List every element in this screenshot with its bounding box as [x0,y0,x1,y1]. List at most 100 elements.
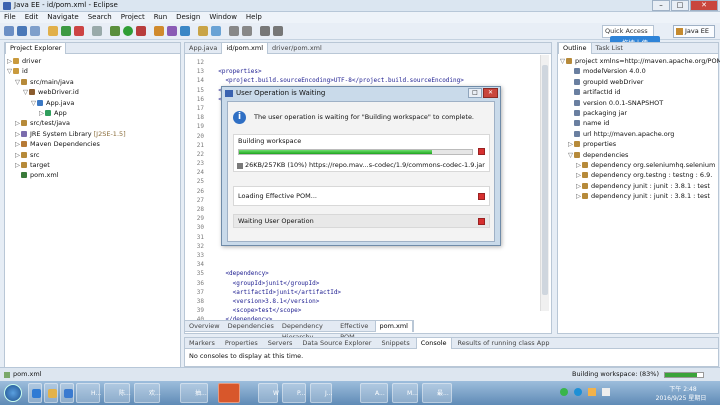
tab-app-java[interactable]: App.java [185,43,221,54]
outline-item[interactable]: url http://maven.apache.org [560,129,718,139]
taskbar-item-2[interactable]: 陈... [104,383,131,403]
next-annotation-icon[interactable] [229,26,239,36]
taskbar-item-6[interactable]: P... [282,383,306,403]
tree-item-webdriver-id[interactable]: ▽ webDriver.id [7,87,180,97]
dialog-maximize-button[interactable]: □ [468,88,482,98]
outline-item[interactable]: ▷ properties [560,139,718,149]
skip-breakpoints-icon[interactable] [92,26,102,36]
tab-outline[interactable]: Outline [558,42,592,54]
status-building[interactable]: Building workspace: (83%) [572,370,659,378]
menu-window[interactable]: Window [209,12,237,23]
tree-item-app[interactable]: ▷ App [7,108,180,118]
outline-item[interactable]: version 0.0.1-SNAPSHOT [560,98,718,108]
tab-markers[interactable]: Markers [185,338,219,349]
outline-item[interactable]: packaging jar [560,108,718,118]
tab-dependency-hierarchy[interactable]: Dependency Hierarchy [278,321,336,341]
taskbar-ie-icon[interactable] [28,383,42,403]
tree-item-app-java[interactable]: ▽ App.java [7,98,180,108]
outline-item[interactable]: ▷ dependency org.seleniumhq.selenium [560,160,718,170]
new-package-icon[interactable] [167,26,177,36]
clock-time[interactable]: 下午 2:48 [660,384,706,393]
outline-item[interactable]: artifactId id [560,87,718,97]
new-java-project-icon[interactable] [154,26,164,36]
new-class-icon[interactable] [180,26,190,36]
menu-search[interactable]: Search [88,12,112,23]
tab-effective-pom[interactable]: Effective POM [336,321,374,341]
outline-item[interactable]: modelVersion 4.0.0 [560,66,718,76]
taskbar-item-9[interactable]: M... [392,383,418,403]
outline-item[interactable]: ▽ dependencies [560,150,718,160]
stop-job-button[interactable] [478,218,485,225]
tab-id-pom-xml[interactable]: id/pom.xml [221,42,268,54]
menu-file[interactable]: File [4,12,16,23]
outline-item[interactable]: ▷ dependency junit : junit : 3.8.1 : test [560,181,718,191]
wechat-tray-icon[interactable] [560,388,568,396]
tree-item-src[interactable]: ▷ src [7,150,180,160]
tab-dependencies[interactable]: Dependencies [224,321,278,332]
menu-help[interactable]: Help [246,12,262,23]
qq-tray-icon[interactable] [574,388,582,396]
dialog-close-button[interactable]: ✕ [483,88,498,98]
editor-scrollbar[interactable] [540,55,549,311]
previous-annotation-icon[interactable] [242,26,252,36]
close-button[interactable]: ✕ [690,0,718,11]
outline-item[interactable]: name id [560,118,718,128]
tab-overview[interactable]: Overview [185,321,224,332]
taskbar-item-4[interactable]: 抽... [180,383,208,403]
taskbar-explorer-icon[interactable] [44,383,58,403]
stop-job-button[interactable] [478,193,485,200]
new-icon[interactable] [4,26,14,36]
tree-item-src-test-java[interactable]: ▷ src/test/java [7,118,180,128]
taskbar-item-3[interactable]: 欢... [134,383,161,403]
tab-task-list[interactable]: Task List [592,43,627,54]
menu-edit[interactable]: Edit [25,12,39,23]
tree-item-maven-dependencies[interactable]: ▷ Maven Dependencies [7,139,180,149]
start-server-icon[interactable] [61,26,71,36]
external-tools-icon[interactable] [136,26,146,36]
taskbar-item-1[interactable]: H... [76,383,101,403]
tab-servers[interactable]: Servers [264,338,297,349]
java-ee-perspective-button[interactable]: Java EE [673,25,715,38]
save-all-icon[interactable] [30,26,40,36]
menu-navigate[interactable]: Navigate [47,12,78,23]
tree-item-src-main-java[interactable]: ▽ src/main/java [7,77,180,87]
network-tray-icon[interactable] [588,388,596,396]
taskbar-item-7[interactable]: J... [310,383,333,403]
minimize-button[interactable]: – [652,0,670,11]
outline-item[interactable]: ▷ dependency org.testng : testng : 6.9. [560,170,718,180]
tab-snippets[interactable]: Snippets [377,338,413,349]
taskbar-item-8[interactable]: A... [360,383,388,403]
run-icon[interactable] [123,26,133,36]
taskbar-item-10[interactable]: 最... [422,383,452,403]
stop-server-icon[interactable] [74,26,84,36]
clock-date[interactable]: 2016/9/25 星期日 [652,393,710,402]
tab-results-running-class-app[interactable]: Results of running class App [454,338,554,349]
tab-properties[interactable]: Properties [221,338,262,349]
tree-item-target[interactable]: ▷ target [7,160,180,170]
tree-item-jre-system-library[interactable]: ▷ JRE System Library [J2SE-1.5] [7,129,180,139]
forward-icon[interactable] [273,26,283,36]
open-type-icon[interactable] [198,26,208,36]
back-icon[interactable] [260,26,270,36]
outline-item[interactable]: ▽ project xmlns=http://maven.apache.org/P… [560,56,720,66]
stop-job-button[interactable] [478,148,485,155]
outline-item[interactable]: ▷ dependency junit : junit : 3.8.1 : test [560,191,718,201]
start-button[interactable] [4,384,22,402]
volume-tray-icon[interactable] [602,388,610,396]
tree-item-id[interactable]: ▽ id [7,66,180,76]
taskbar-item-5[interactable]: W [258,383,279,403]
scrollbar-thumb[interactable] [542,65,548,295]
tab-data-source-explorer[interactable]: Data Source Explorer [298,338,375,349]
menu-design[interactable]: Design [176,12,200,23]
tab-pom-xml[interactable]: pom.xml [374,321,413,332]
tab-driver-pom-xml[interactable]: driver/pom.xml [268,43,326,54]
outline-item[interactable]: groupId webDriver [560,77,718,87]
taskbar-media-icon[interactable] [60,383,74,403]
maximize-button[interactable]: □ [671,0,689,11]
tree-item-pom-xml[interactable]: pom.xml [7,170,180,180]
menu-run[interactable]: Run [154,12,167,23]
tab-console[interactable]: Console [415,337,452,349]
search-icon[interactable] [211,26,221,36]
server-icon[interactable] [48,26,58,36]
menu-project[interactable]: Project [121,12,145,23]
